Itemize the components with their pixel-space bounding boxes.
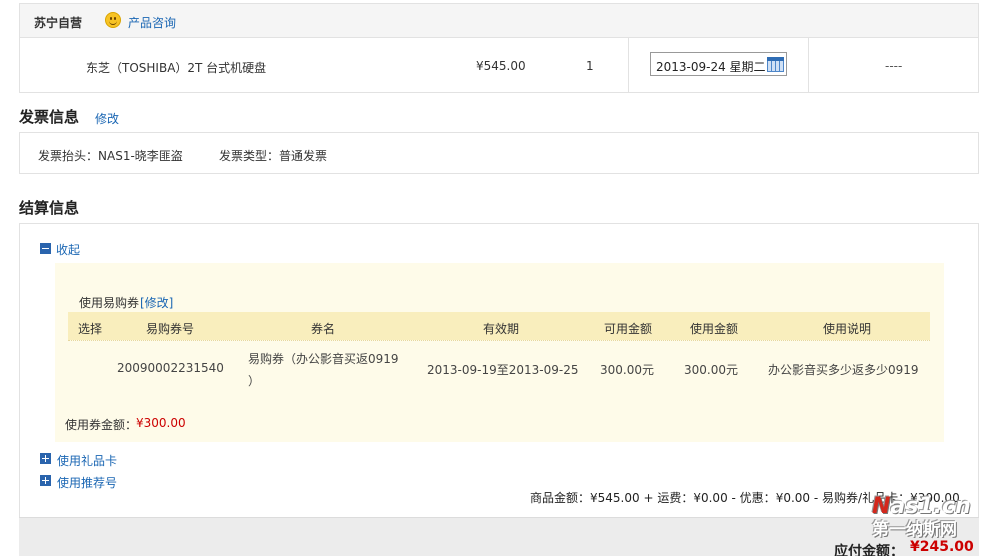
- gift-card-toggle[interactable]: 使用礼品卡: [57, 452, 117, 469]
- delivery-date-value: 2013-09-24 星期二: [656, 60, 766, 74]
- coupon-description: 办公影音买多少返多少0919: [768, 363, 919, 377]
- coupon-validity: 2013-09-19至2013-09-25: [427, 363, 579, 377]
- use-coupon-label: 使用易购券: [79, 296, 140, 310]
- product-consult-link[interactable]: 产品咨询: [128, 14, 176, 31]
- delivery-date-input[interactable]: 2013-09-24 星期二: [650, 52, 787, 76]
- settlement-section-title: 结算信息: [19, 199, 80, 217]
- col-coupon-name: 券名: [311, 322, 336, 336]
- order-panel: 苏宁自营 产品咨询 东芝（TOSHIBA）2T 台式机硬盘 ¥545.00 1 …: [19, 3, 979, 93]
- collapse-icon[interactable]: [40, 243, 51, 254]
- table-divider: [68, 340, 930, 341]
- col-select: 选择: [78, 322, 103, 336]
- invoice-panel: 发票抬头：NAS1-晓李匪盗 发票类型：普通发票: [19, 132, 979, 174]
- col-used: 使用金额: [690, 322, 739, 336]
- site-watermark: Nas1.cn 第一纳斯网: [872, 494, 971, 540]
- coupon-available: 300.00元: [600, 363, 654, 377]
- col-available: 可用金额: [604, 322, 653, 336]
- invoice-section-title: 发票信息: [19, 108, 80, 126]
- collapse-toggle[interactable]: 收起: [56, 241, 80, 258]
- coupon-panel: [55, 263, 944, 442]
- payable-amount: ¥245.00: [910, 539, 974, 555]
- coupon-edit-link[interactable]: [修改]: [140, 294, 173, 311]
- column-divider: [808, 38, 809, 93]
- coupon-name-cont: ）: [248, 374, 261, 388]
- expand-referral-icon[interactable]: [40, 475, 51, 486]
- invoice-edit-link[interactable]: 修改: [95, 110, 119, 127]
- col-validity: 有效期: [483, 322, 520, 336]
- product-name[interactable]: 东芝（TOSHIBA）2T 台式机硬盘: [86, 59, 266, 76]
- coupon-name: 易购券（办公影音买返0919: [248, 352, 399, 366]
- product-quantity: 1: [586, 59, 594, 73]
- col-coupon-number: 易购券号: [146, 322, 195, 336]
- order-header: 苏宁自营 产品咨询: [20, 4, 978, 38]
- calendar-icon[interactable]: [767, 57, 784, 72]
- extra-placeholder: ----: [885, 59, 903, 73]
- invoice-type: 发票类型：普通发票: [219, 149, 328, 163]
- smiley-icon: [105, 12, 121, 28]
- referral-toggle[interactable]: 使用推荐号: [57, 474, 117, 491]
- store-name: 苏宁自营: [34, 16, 83, 30]
- column-divider: [628, 38, 629, 93]
- invoice-title: 发票抬头：NAS1-晓李匪盗: [38, 149, 183, 163]
- coupon-used: 300.00元: [684, 363, 738, 377]
- product-price: ¥545.00: [476, 59, 526, 73]
- coupon-total-value: ¥300.00: [136, 416, 186, 430]
- payable-label: 应付金额：: [834, 544, 904, 556]
- col-description: 使用说明: [823, 322, 872, 336]
- expand-gift-card-icon[interactable]: [40, 453, 51, 464]
- coupon-total-label: 使用券金额：: [65, 418, 138, 432]
- coupon-number: 20090002231540: [117, 361, 224, 375]
